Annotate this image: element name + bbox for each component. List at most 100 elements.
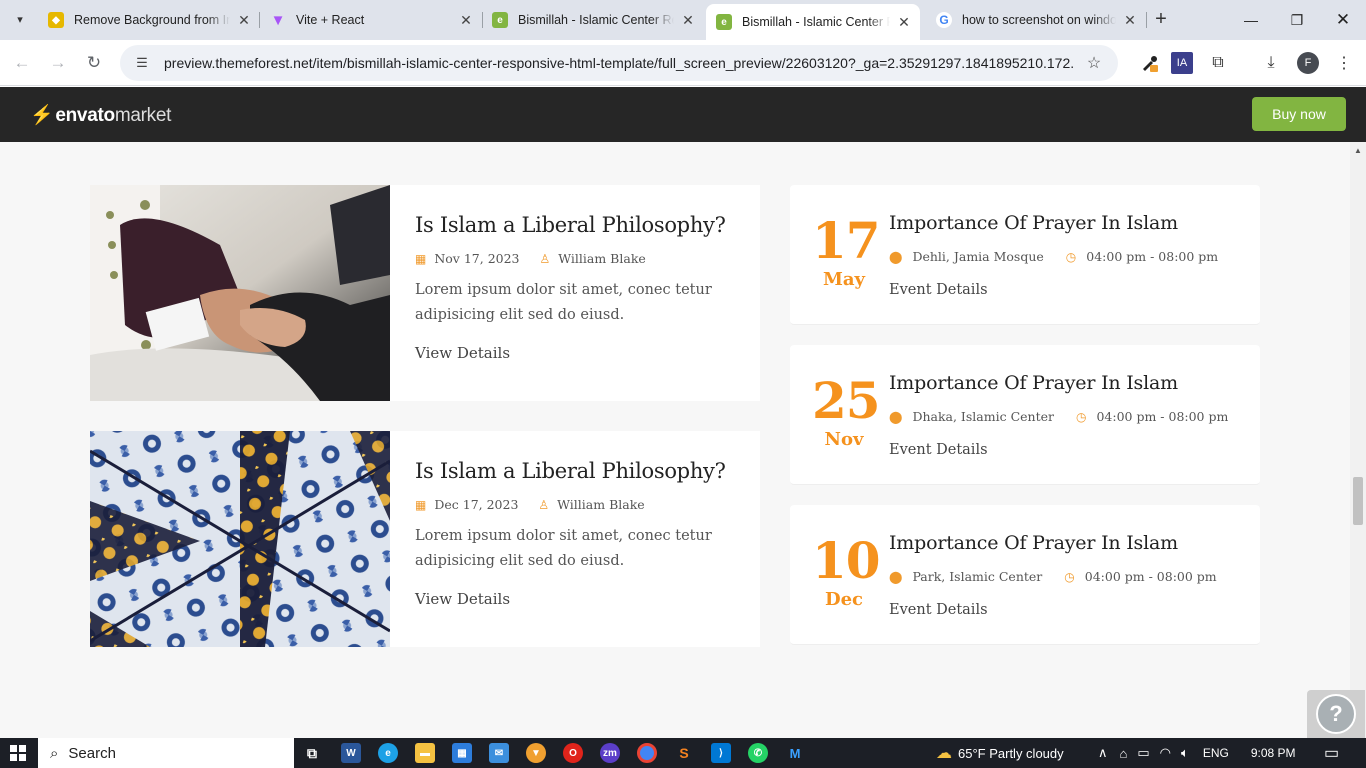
browser-tab-strip: ▾ ◆ Remove Background from In ✕ ▼ Vite +… bbox=[0, 0, 1366, 40]
event-details-link[interactable]: Event Details bbox=[889, 602, 988, 618]
profile-avatar[interactable]: F bbox=[1297, 52, 1319, 74]
envato-favicon-icon: e bbox=[492, 12, 508, 28]
new-tab-plus-icon[interactable]: + bbox=[1150, 8, 1172, 30]
event-title[interactable]: Importance Of Prayer In Islam bbox=[889, 212, 1178, 234]
event-date: 17 May bbox=[812, 211, 881, 291]
browser-toolbar: ← → ↻ ☰ preview.themeforest.net/item/bis… bbox=[0, 40, 1366, 86]
taskbar-search-box[interactable]: ⌕ Search bbox=[38, 738, 294, 768]
teams-app-icon[interactable]: M bbox=[785, 743, 805, 763]
event-details-link[interactable]: Event Details bbox=[889, 442, 988, 458]
browser-tab-active[interactable]: e Bismillah - Islamic Center Re ✕ bbox=[706, 4, 920, 40]
close-tab-icon[interactable]: ✕ bbox=[458, 12, 474, 28]
restore-window-icon[interactable]: ❐ bbox=[1274, 0, 1320, 40]
brave-app-icon[interactable]: ▼ bbox=[526, 743, 546, 763]
scrollbar-thumb[interactable] bbox=[1353, 477, 1363, 525]
view-details-link[interactable]: View Details bbox=[415, 590, 726, 608]
clock-icon: ◷ bbox=[1064, 569, 1075, 584]
battery-icon[interactable]: ▭ bbox=[1137, 745, 1149, 761]
zoom-app-icon[interactable]: zm bbox=[600, 743, 620, 763]
close-tab-icon[interactable]: ✕ bbox=[680, 12, 696, 28]
event-month: May bbox=[822, 269, 866, 290]
location-pin-icon: ⬤ bbox=[889, 249, 903, 264]
ia-extension-icon[interactable]: IA bbox=[1171, 52, 1193, 74]
opera-app-icon[interactable]: O bbox=[563, 743, 583, 763]
event-date: 25 Nov bbox=[812, 375, 881, 451]
event-card: 25 Nov Importance Of Prayer In Islam ⬤ D… bbox=[790, 345, 1260, 485]
browser-tab[interactable]: e Bismillah - Islamic Center Re ✕ bbox=[482, 6, 704, 34]
blog-title[interactable]: Is Islam a Liberal Philosophy? bbox=[415, 459, 726, 483]
clock-time[interactable]: 9:08 PM bbox=[1251, 746, 1296, 760]
event-title[interactable]: Importance Of Prayer In Islam bbox=[889, 532, 1178, 554]
eyedropper-extension-icon[interactable] bbox=[1138, 52, 1160, 74]
event-location: Dhaka, Islamic Center bbox=[912, 409, 1054, 424]
edge-app-icon[interactable]: e bbox=[378, 743, 398, 763]
event-card: 10 Dec Importance Of Prayer In Islam ⬤ P… bbox=[790, 505, 1260, 645]
blog-author[interactable]: William Blake bbox=[558, 251, 646, 266]
vite-favicon-icon: ▼ bbox=[270, 11, 286, 29]
language-indicator[interactable]: ENG bbox=[1203, 746, 1229, 760]
blog-excerpt: Lorem ipsum dolor sit amet, conec tetur a… bbox=[415, 282, 712, 323]
search-icon: ⌕ bbox=[50, 744, 59, 762]
tab-search-chevron-icon[interactable]: ▾ bbox=[8, 7, 32, 31]
url-text[interactable]: preview.themeforest.net/item/bismillah-i… bbox=[164, 55, 1074, 71]
forward-arrow-icon[interactable]: → bbox=[46, 51, 70, 75]
event-details-link[interactable]: Event Details bbox=[889, 282, 988, 298]
buy-now-button[interactable]: Buy now bbox=[1252, 97, 1346, 131]
clock-icon: ◷ bbox=[1075, 409, 1087, 424]
bookmark-star-icon[interactable]: ☆ bbox=[1084, 53, 1104, 73]
weather-widget[interactable]: ☁ 65°F Partly cloudy bbox=[936, 738, 1064, 768]
vscode-app-icon[interactable]: ⟩ bbox=[711, 743, 731, 763]
wifi-icon[interactable]: ◠ bbox=[1160, 745, 1171, 761]
store-app-icon[interactable]: ▦ bbox=[452, 743, 472, 763]
address-bar[interactable]: ☰ preview.themeforest.net/item/bismillah… bbox=[120, 45, 1118, 81]
windows-start-icon[interactable] bbox=[10, 745, 26, 761]
event-month: Dec bbox=[824, 589, 864, 610]
blog-author[interactable]: William Blake bbox=[557, 497, 645, 512]
sublime-app-icon[interactable]: S bbox=[674, 743, 694, 763]
calendar-icon: ▦ bbox=[415, 497, 427, 512]
browser-tab[interactable]: ◆ Remove Background from In ✕ bbox=[38, 6, 260, 34]
blog-card: Is Islam a Liberal Philosophy? ▦ Dec 17,… bbox=[90, 431, 760, 647]
location-pin-icon: ⬤ bbox=[889, 409, 903, 424]
envato-leaf-icon: ⚡ bbox=[30, 105, 54, 126]
islamic-tile-photo[interactable] bbox=[90, 431, 390, 647]
close-tab-icon[interactable]: ✕ bbox=[1122, 12, 1138, 28]
reload-icon[interactable]: ↻ bbox=[82, 51, 106, 75]
browser-tab[interactable]: ▼ Vite + React ✕ bbox=[260, 6, 482, 34]
browser-menu-icon[interactable]: ⋮ bbox=[1333, 52, 1355, 74]
blog-card: Is Islam a Liberal Philosophy? ▦ Nov 17,… bbox=[90, 185, 760, 401]
blog-title[interactable]: Is Islam a Liberal Philosophy? bbox=[415, 213, 726, 237]
partly-cloudy-icon: ☁ bbox=[936, 745, 952, 762]
browser-tab[interactable]: G how to screenshot on windo ✕ bbox=[926, 6, 1146, 34]
remove-bg-favicon-icon: ◆ bbox=[48, 12, 64, 28]
page-scrollbar[interactable]: ▲ ▼ bbox=[1350, 142, 1366, 738]
network-adapter-icon[interactable]: ⌂ bbox=[1120, 746, 1128, 761]
chrome-app-icon[interactable] bbox=[637, 743, 657, 763]
volume-icon[interactable]: 🔈︎ bbox=[1181, 745, 1189, 761]
close-tab-icon[interactable]: ✕ bbox=[896, 14, 912, 30]
handshake-photo[interactable] bbox=[90, 185, 390, 401]
back-arrow-icon[interactable]: ← bbox=[10, 51, 34, 75]
close-window-icon[interactable]: ✕ bbox=[1320, 0, 1366, 40]
close-tab-icon[interactable]: ✕ bbox=[236, 12, 252, 28]
mail-app-icon[interactable]: ✉ bbox=[489, 743, 509, 763]
view-details-link[interactable]: View Details bbox=[415, 344, 726, 362]
chat-bubble-icon: ? bbox=[1316, 694, 1356, 734]
site-info-icon[interactable]: ☰ bbox=[132, 55, 152, 71]
word-app-icon[interactable]: W bbox=[341, 743, 361, 763]
minimize-window-icon[interactable]: — bbox=[1228, 0, 1274, 40]
envato-header-bar: ⚡ envatomarket Buy now bbox=[0, 87, 1366, 142]
notifications-icon[interactable]: ▭ bbox=[1324, 738, 1339, 768]
tray-overflow-chevron-icon[interactable]: ∧ bbox=[1098, 745, 1108, 761]
envato-market-logo[interactable]: ⚡ envatomarket bbox=[30, 103, 171, 127]
event-day: 17 bbox=[812, 211, 881, 270]
downloads-icon[interactable]: ⤓ bbox=[1260, 52, 1282, 74]
event-title[interactable]: Importance Of Prayer In Islam bbox=[889, 372, 1178, 394]
whatsapp-app-icon[interactable]: ✆ bbox=[748, 743, 768, 763]
chat-widget-button[interactable]: ? bbox=[1307, 690, 1365, 738]
extensions-puzzle-icon[interactable]: ⧉ bbox=[1207, 52, 1229, 74]
tab-divider bbox=[1146, 12, 1147, 28]
file-explorer-icon[interactable]: ▬ bbox=[415, 743, 435, 763]
scroll-up-arrow-icon[interactable]: ▲ bbox=[1354, 146, 1362, 155]
task-view-icon[interactable]: ⧉ bbox=[302, 743, 322, 763]
